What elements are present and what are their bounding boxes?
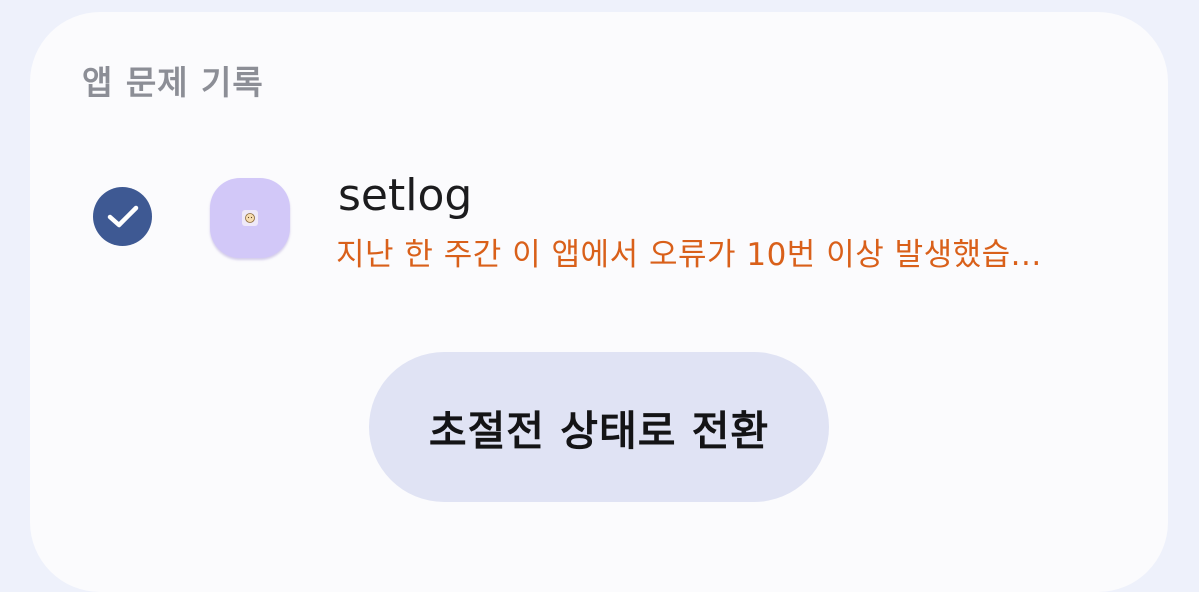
app-list-item[interactable]: setlog 지난 한 주간 이 앱에서 오류가 10번 이상 발생했습...	[30, 162, 1168, 282]
app-select-checkbox[interactable]	[93, 187, 152, 246]
switch-to-deep-sleep-button[interactable]: 초절전 상태로 전환	[369, 352, 829, 502]
app-warning-description: 지난 한 주간 이 앱에서 오류가 10번 이상 발생했습...	[336, 237, 1042, 273]
app-placeholder-icon	[242, 210, 258, 226]
app-name: setlog	[338, 170, 473, 221]
app-icon	[210, 178, 290, 258]
app-issues-card: 앱 문제 기록 setlog 지난 한 주간 이 앱에서 오류가 10번 이상 …	[30, 12, 1168, 592]
section-title: 앱 문제 기록	[82, 63, 264, 102]
checkmark-icon	[107, 205, 138, 227]
